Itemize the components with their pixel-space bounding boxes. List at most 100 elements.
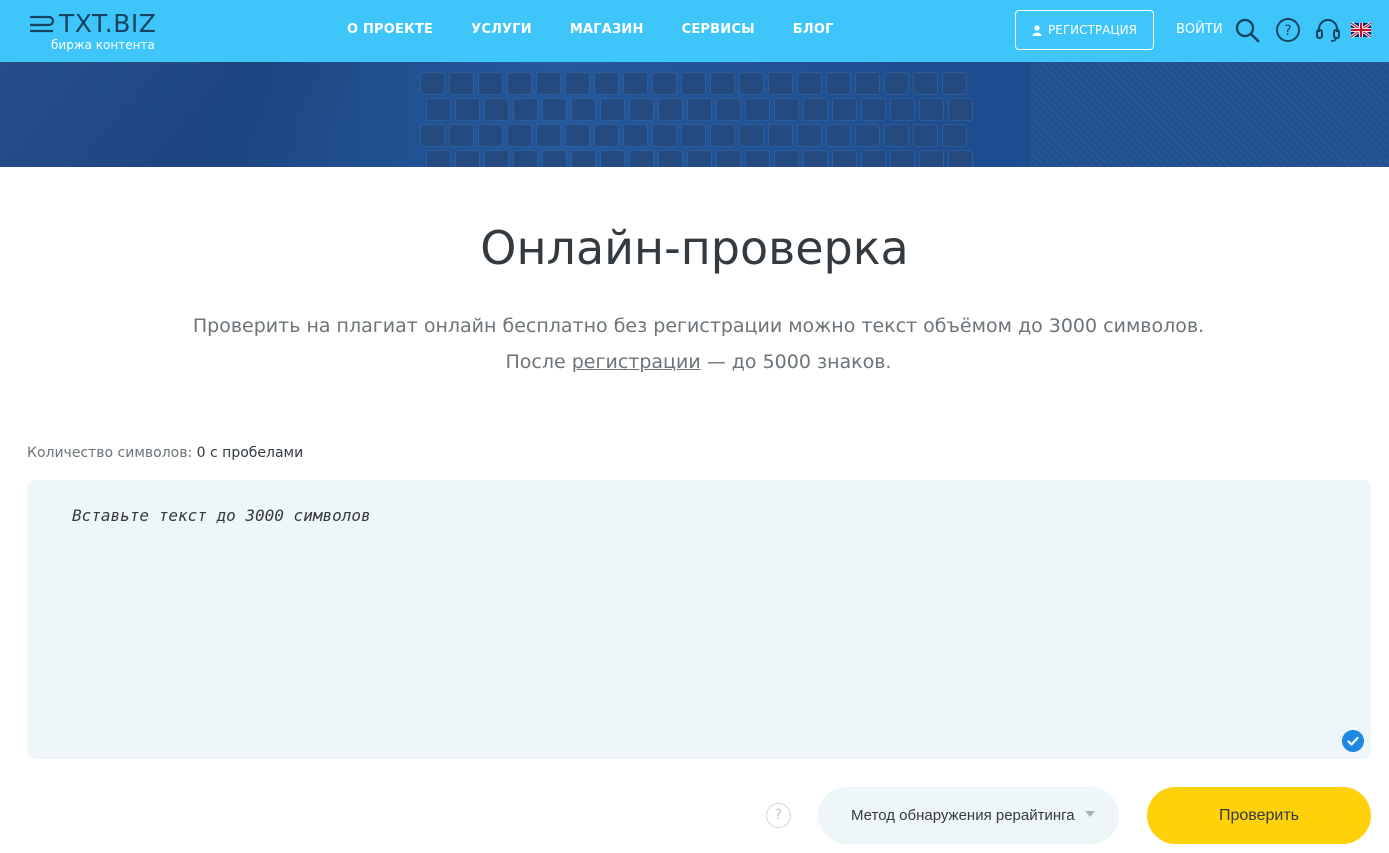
- banner-key: [710, 72, 735, 95]
- banner-key: [594, 72, 619, 95]
- banner-key: [623, 72, 648, 95]
- banner-key: [449, 72, 474, 95]
- banner-key: [455, 150, 480, 167]
- search-icon[interactable]: [1234, 17, 1260, 43]
- register-button[interactable]: РЕГИСТРАЦИЯ: [1015, 10, 1154, 50]
- text-input-area[interactable]: [27, 480, 1371, 759]
- nav-item-blog[interactable]: БЛОГ: [793, 21, 834, 39]
- registration-link[interactable]: регистрации: [572, 351, 701, 373]
- banner-key: [861, 150, 886, 167]
- banner-key: [426, 98, 451, 121]
- banner-key: [739, 124, 764, 147]
- banner-key: [507, 72, 532, 95]
- char-count: Количество символов: 0 с пробелами: [27, 444, 303, 462]
- banner-key: [797, 72, 822, 95]
- banner-key: [623, 124, 648, 147]
- banner-key: [913, 124, 938, 147]
- banner-key: [420, 124, 445, 147]
- nav-item-services[interactable]: УСЛУГИ: [471, 21, 532, 39]
- banner-key: [542, 150, 567, 167]
- banner-key: [571, 98, 596, 121]
- chevron-down-icon: [1085, 811, 1095, 817]
- banner-key: [652, 124, 677, 147]
- nav-item-about[interactable]: О ПРОЕКТЕ: [347, 21, 433, 39]
- banner-key: [426, 150, 451, 167]
- rewrite-method-label: Метод обнаружения рерайтинга: [851, 807, 1075, 824]
- banner-key: [710, 124, 735, 147]
- banner-key: [826, 72, 851, 95]
- support-headset-icon[interactable]: [1315, 17, 1341, 43]
- banner-key: [919, 150, 944, 167]
- banner-key: [687, 150, 712, 167]
- banner-key: [484, 150, 509, 167]
- banner-key: [681, 124, 706, 147]
- banner-key: [768, 72, 793, 95]
- banner-key: [565, 124, 590, 147]
- page-description: Проверить на плагиат онлайн бесплатно бе…: [0, 308, 1389, 380]
- uk-flag-icon[interactable]: [1351, 22, 1371, 38]
- method-help-icon[interactable]: ?: [766, 803, 791, 828]
- logo-icon: [30, 15, 55, 33]
- nav-item-tools[interactable]: СЕРВИСЫ: [682, 21, 755, 39]
- banner-key: [716, 150, 741, 167]
- logo-subtitle: биржа контента: [51, 38, 155, 52]
- banner-key: [855, 72, 880, 95]
- check-button[interactable]: Проверить: [1147, 787, 1371, 844]
- banner-key: [803, 150, 828, 167]
- top-bar: TXT.BIZ биржа контента О ПРОЕКТЕ УСЛУГИ …: [0, 0, 1389, 62]
- banner-key: [536, 124, 561, 147]
- banner-key: [774, 150, 799, 167]
- description-line-2-end: — до 5000 знаков.: [700, 351, 892, 373]
- banner-key: [855, 124, 880, 147]
- banner-key: [774, 98, 799, 121]
- banner-key: [542, 98, 567, 121]
- char-count-label: Количество символов:: [27, 445, 197, 461]
- check-button-label: Проверить: [1218, 806, 1299, 824]
- banner-key: [513, 98, 538, 121]
- help-icon[interactable]: ?: [1275, 17, 1301, 43]
- banner-key: [884, 124, 909, 147]
- banner-key: [629, 150, 654, 167]
- banner-key: [739, 72, 764, 95]
- description-line-1: Проверить на плагиат онлайн бесплатно бе…: [192, 315, 1205, 337]
- rewrite-method-select[interactable]: Метод обнаружения рерайтинга: [818, 787, 1119, 844]
- banner-key: [455, 98, 480, 121]
- banner-key: [832, 150, 857, 167]
- banner-key: [832, 98, 857, 121]
- banner-key: [948, 150, 973, 167]
- banner-key: [536, 72, 561, 95]
- site-logo[interactable]: TXT.BIZ биржа контента: [27, 10, 187, 54]
- login-link[interactable]: ВОЙТИ: [1176, 21, 1223, 39]
- banner-key: [884, 72, 909, 95]
- banner-key: [600, 98, 625, 121]
- description-line-2: После регистрации — до 5000 знаков.: [0, 344, 1389, 380]
- banner-key: [571, 150, 596, 167]
- grammar-check-icon[interactable]: [1342, 730, 1364, 752]
- banner-fabric-image: [1030, 62, 1389, 167]
- banner-key: [594, 124, 619, 147]
- banner-key: [803, 98, 828, 121]
- banner-key: [745, 98, 770, 121]
- banner-key: [658, 98, 683, 121]
- description-line-2-start: После: [505, 351, 572, 373]
- banner-key: [565, 72, 590, 95]
- banner-key: [745, 150, 770, 167]
- banner-key: [507, 124, 532, 147]
- banner-key: [449, 124, 474, 147]
- banner-key: [797, 124, 822, 147]
- banner-key: [478, 72, 503, 95]
- banner-key: [478, 124, 503, 147]
- banner-key: [420, 72, 445, 95]
- banner-key: [652, 72, 677, 95]
- user-icon: [1032, 24, 1042, 36]
- nav-item-shop[interactable]: МАГАЗИН: [570, 21, 644, 39]
- banner-key: [890, 150, 915, 167]
- banner-key: [948, 98, 973, 121]
- banner-key: [768, 124, 793, 147]
- banner-key: [600, 150, 625, 167]
- banner-key: [687, 98, 712, 121]
- banner-key: [861, 98, 886, 121]
- banner-key: [913, 72, 938, 95]
- banner-key: [681, 72, 706, 95]
- svg-text:?: ?: [1284, 23, 1291, 39]
